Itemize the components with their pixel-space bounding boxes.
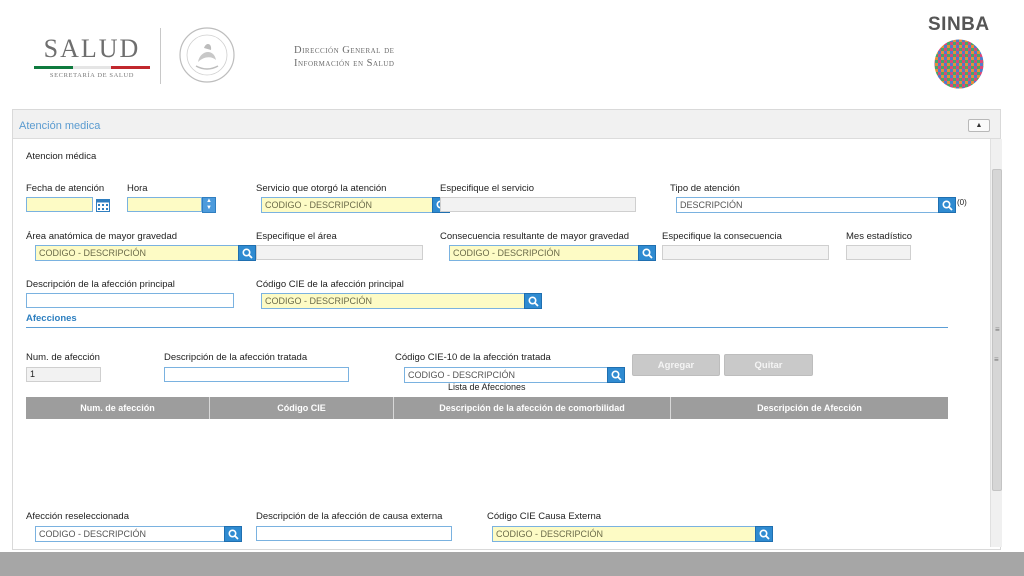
cie-causa-externa-label: Código CIE Causa Externa [487,511,602,522]
cie10-tratada-combo[interactable]: CODIGO - DESCRIPCIÓN [404,367,626,383]
dgis-title: Dirección General de Información en Salu… [294,44,394,70]
caret-up-icon: ▲ [975,122,983,129]
consecuencia-field[interactable]: CODIGO - DESCRIPCIÓN [449,245,640,261]
salud-logo-text: SALUD [43,34,141,63]
page: SALUD SECRETARÍA DE SALUD Dirección Gene… [0,0,1024,576]
sinba-globe-icon [933,38,985,90]
agregar-button[interactable]: Agregar [632,354,720,376]
salud-logo-subtext: SECRETARÍA DE SALUD [49,72,135,79]
servicio-field[interactable]: CODIGO - DESCRIPCIÓN [261,197,433,213]
servicio-label: Servicio que otorgó la atención [256,183,387,194]
search-icon [528,296,539,307]
mes-estadistico-input[interactable] [846,245,911,260]
column-descripcion-afeccion[interactable]: Descripción de Afección [671,397,948,419]
collapse-button[interactable]: ▲ [968,119,990,132]
consecuencia-combo[interactable]: CODIGO - DESCRIPCIÓN [449,245,656,261]
search-icon [942,200,953,211]
quitar-button[interactable]: Quitar [724,354,813,376]
grip-icon: ≡ [995,325,1000,334]
reseleccionada-combo[interactable]: CODIGO - DESCRIPCIÓN [35,526,242,542]
lista-afecciones-caption: Lista de Afecciones [448,382,526,392]
vertical-scrollbar[interactable]: ≡ [990,139,1002,547]
header: SALUD SECRETARÍA DE SALUD Dirección Gene… [0,0,1024,104]
reseleccionada-search-button[interactable] [224,526,242,542]
hora-spinner[interactable]: ▲ ▼ [202,197,216,213]
descripcion-tratada-input[interactable] [164,367,349,382]
especifique-consecuencia-label: Especifique la consecuencia [662,231,782,242]
area-search-button[interactable] [238,245,256,261]
consecuencia-label: Consecuencia resultante de mayor graveda… [440,231,630,242]
mes-estadistico-label: Mes estadístico [846,231,912,242]
cie-principal-field[interactable]: CODIGO - DESCRIPCIÓN [261,293,526,309]
column-codigo-cie[interactable]: Código CIE [210,397,394,419]
especifique-area-label: Especifique el área [256,231,337,242]
atencion-medica-panel: Atención medica ▲ [12,109,1001,550]
fecha-label: Fecha de atención [26,183,105,194]
search-icon [611,370,622,381]
hora-label: Hora [127,183,148,194]
descripcion-tratada-label: Descripción de la afección tratada [164,352,308,363]
causa-externa-input[interactable] [256,526,452,541]
tipo-atencion-search-button[interactable] [938,197,956,213]
descripcion-principal-label: Descripción de la afección principal [26,279,175,290]
afecciones-title: Afecciones [26,313,77,324]
scrollbar-thumb[interactable]: ≡ [992,169,1002,491]
cie-causa-externa-field[interactable]: CODIGO - DESCRIPCIÓN [492,526,757,542]
dgis-title-line2: Información en Salud [294,58,395,69]
num-afeccion-label: Num. de afección [26,352,100,363]
calendar-icon[interactable] [96,198,110,212]
descripcion-principal-input[interactable] [26,293,234,308]
cie-causa-externa-combo[interactable]: CODIGO - DESCRIPCIÓN [492,526,773,542]
cie-principal-label: Código CIE de la afección principal [256,279,404,290]
causa-externa-label: Descripción de la afección de causa exte… [256,511,443,522]
cie-principal-search-button[interactable] [524,293,542,309]
tipo-atencion-field[interactable]: DESCRIPCIÓN [676,197,939,213]
hora-input[interactable] [127,197,202,212]
tipo-atencion-label: Tipo de atención [670,183,740,194]
salud-logo-flag-rule [34,66,151,69]
header-divider [160,28,161,84]
especifique-area-input[interactable] [256,245,423,260]
search-icon [759,529,770,540]
section-heading: Atencion médica [26,151,97,162]
consecuencia-search-button[interactable] [638,245,656,261]
search-icon [642,248,653,259]
fecha-input[interactable] [26,197,93,212]
cie10-tratada-field[interactable]: CODIGO - DESCRIPCIÓN [404,367,608,383]
area-label: Área anatómica de mayor gravedad [26,231,178,242]
footer-bar [0,552,1024,576]
cie-causa-externa-search-button[interactable] [755,526,773,542]
num-afeccion-input[interactable]: 1 [26,367,101,382]
dgis-title-line1: Dirección General de [294,45,395,56]
servicio-combo[interactable]: CODIGO - DESCRIPCIÓN [261,197,450,213]
mexico-seal-icon [179,27,235,83]
afecciones-divider [26,327,948,328]
search-icon [242,248,253,259]
especifique-servicio-input[interactable] [440,197,636,212]
panel-title: Atención medica [19,120,101,132]
reseleccionada-label: Afección reseleccionada [26,511,129,522]
search-icon [228,529,239,540]
afecciones-table-header: Num. de afección Código CIE Descripción … [26,397,948,419]
cie10-tratada-search-button[interactable] [607,367,625,383]
cie10-tratada-label: Código CIE-10 de la afección tratada [395,352,551,363]
area-field[interactable]: CODIGO - DESCRIPCIÓN [35,245,239,261]
salud-logo: SALUD SECRETARÍA DE SALUD [32,34,152,84]
sinba-title: SINBA [928,14,990,35]
column-num-afeccion[interactable]: Num. de afección [26,397,210,419]
especifique-consecuencia-input[interactable] [662,245,829,260]
tipo-atencion-combo[interactable]: DESCRIPCIÓN [676,197,957,213]
spin-up-icon[interactable]: ▲ [203,198,215,205]
panel-header[interactable]: Atención medica ▲ [13,110,1000,139]
especifique-servicio-label: Especifique el servicio [440,183,534,194]
spin-down-icon[interactable]: ▼ [203,205,215,212]
tipo-atencion-count: (0) [957,198,967,207]
reseleccionada-field[interactable]: CODIGO - DESCRIPCIÓN [35,526,226,542]
grip-icon: ≡ [994,355,999,364]
cie-principal-combo[interactable]: CODIGO - DESCRIPCIÓN [261,293,542,309]
column-descripcion-comorbilidad[interactable]: Descripción de la afección de comorbilid… [394,397,671,419]
area-combo[interactable]: CODIGO - DESCRIPCIÓN [35,245,257,261]
